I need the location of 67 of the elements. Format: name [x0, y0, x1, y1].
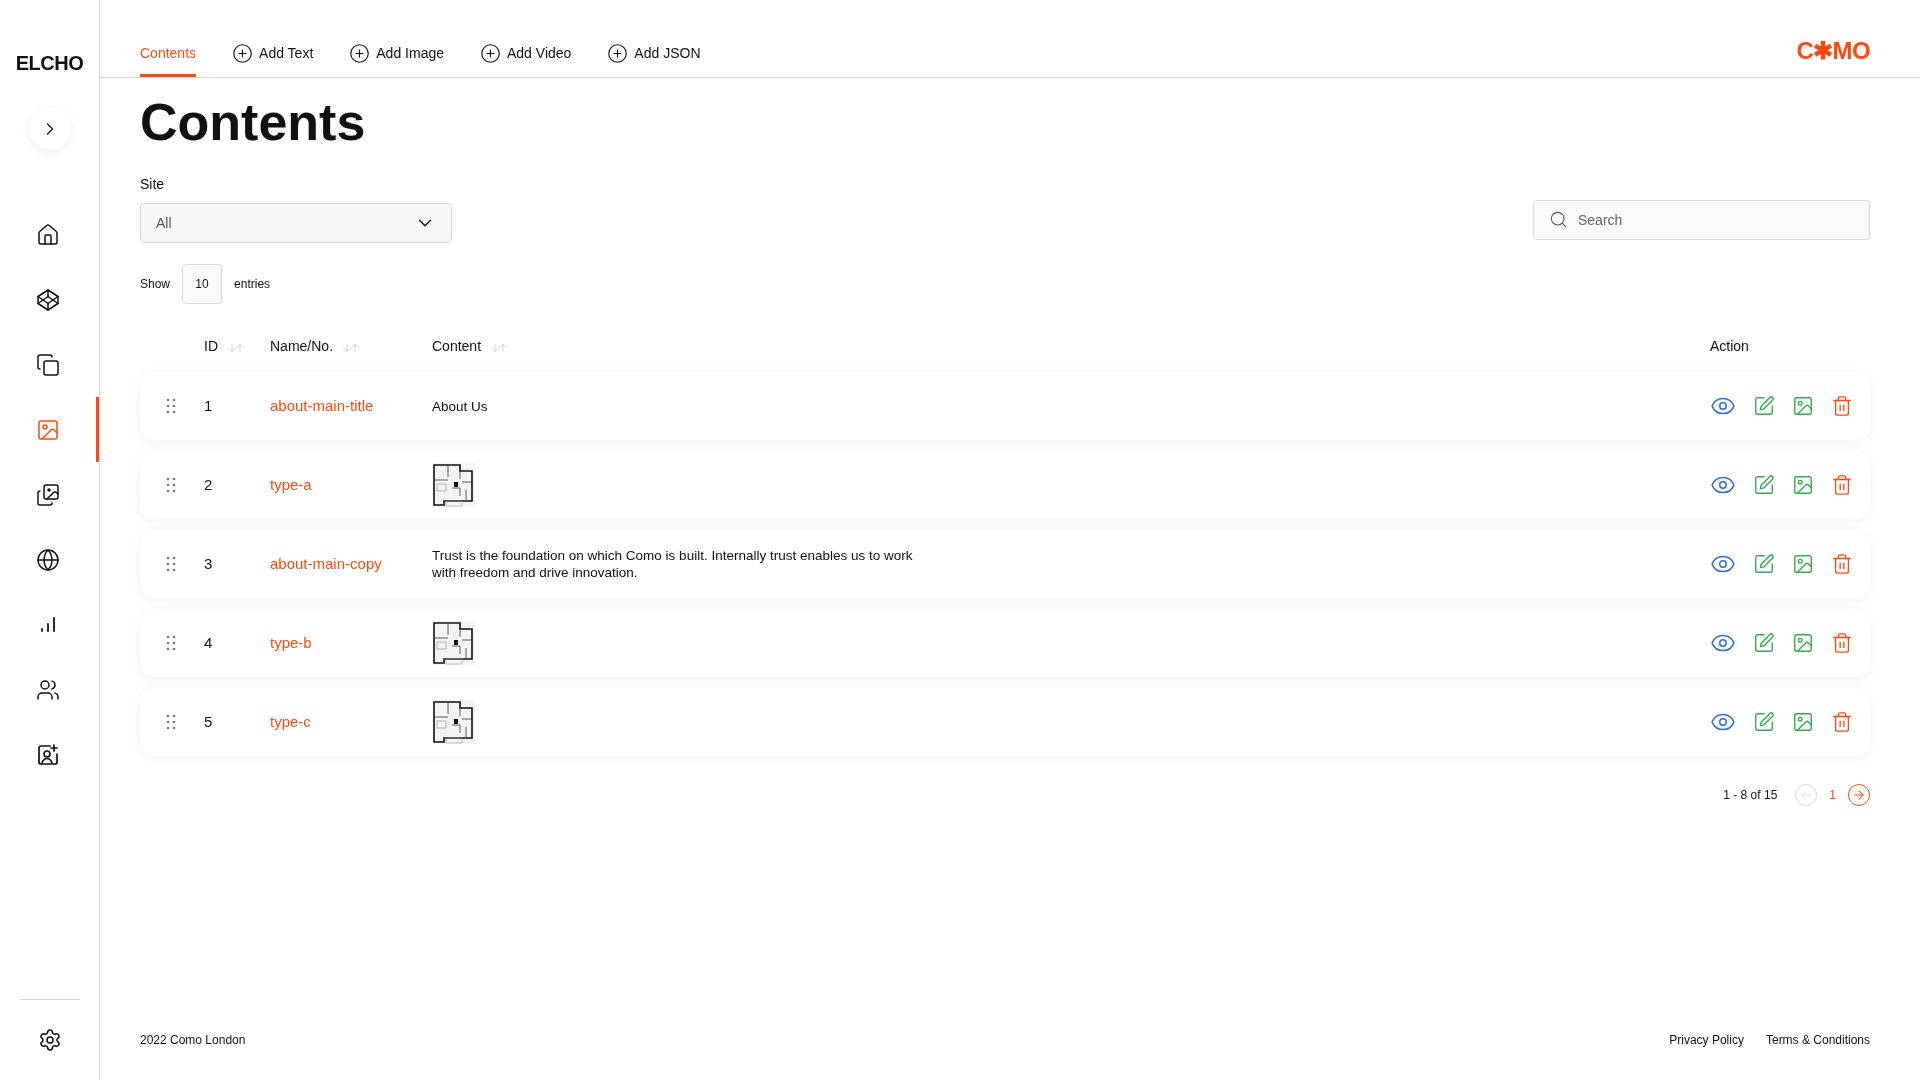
- nav-tab[interactable]: Add Video: [480, 33, 572, 77]
- id-cell: 4: [204, 633, 213, 651]
- column-header: ID: [204, 336, 218, 356]
- drag-handle-icon[interactable]: [166, 714, 176, 730]
- edit-button[interactable]: [1753, 711, 1775, 733]
- arrow-left-icon: [1799, 788, 1814, 802]
- delete-button[interactable]: [1831, 711, 1853, 733]
- entries-label: entries: [234, 276, 271, 293]
- edit-button[interactable]: [1753, 395, 1775, 417]
- plus-icon: [349, 43, 371, 64]
- site-dropdown[interactable]: All: [140, 203, 452, 243]
- floor-plan-thumbnail: [432, 699, 476, 745]
- brand-name: ELCHO: [15, 51, 84, 76]
- edit-button[interactable]: [1753, 474, 1775, 496]
- entries-select[interactable]: 10: [182, 264, 223, 304]
- plus-icon: [607, 43, 629, 64]
- page-title: Contents: [140, 96, 367, 148]
- globe-icon: [36, 547, 60, 572]
- plus-icon: [480, 43, 501, 64]
- drag-handle-icon[interactable]: [166, 398, 176, 414]
- plus-icon: [232, 43, 254, 64]
- settings-icon: [37, 1028, 62, 1052]
- image-button[interactable]: [1792, 553, 1814, 575]
- search-field[interactable]: Search: [1533, 200, 1870, 240]
- id-cell: 3: [204, 554, 213, 572]
- delete-button[interactable]: [1831, 474, 1853, 496]
- home-icon: [36, 222, 60, 247]
- logo: C✱MO: [1796, 36, 1870, 66]
- drag-handle-icon[interactable]: [166, 635, 176, 651]
- image-button[interactable]: [1792, 632, 1814, 654]
- drag-handle-icon[interactable]: [166, 556, 176, 572]
- nav-tab[interactable]: Add Text: [232, 33, 314, 77]
- id-cell: 1: [204, 396, 213, 414]
- pagination-summary: 1 - 8 of 15: [1723, 787, 1778, 804]
- show-label: Show: [140, 276, 171, 293]
- floor-plan-thumbnail: [432, 620, 476, 666]
- bar-chart-icon: [38, 614, 58, 635]
- images-icon: [36, 482, 60, 507]
- content-text: About Us: [432, 397, 489, 415]
- nav-tab[interactable]: Add JSON: [607, 33, 701, 77]
- user-plus-icon: [36, 742, 60, 767]
- image-button[interactable]: [1792, 395, 1814, 417]
- drag-handle-icon[interactable]: [166, 477, 176, 493]
- copy-icon: [36, 352, 60, 377]
- cube-icon: [36, 287, 60, 312]
- column-header: Content: [432, 336, 482, 356]
- delete-button[interactable]: [1831, 553, 1853, 575]
- id-cell: 2: [204, 475, 213, 493]
- column-header: Name/No.: [270, 336, 334, 356]
- content-text: Trust is the foundation on which Como is built. Internally trust enables us to work with freedom and drive innovation.: [432, 547, 914, 581]
- image-button[interactable]: [1792, 711, 1814, 733]
- footer-link[interactable]: Privacy Policy: [1669, 1031, 1744, 1049]
- edit-button[interactable]: [1753, 632, 1775, 654]
- nav-tab[interactable]: Add Image: [349, 33, 444, 77]
- footer-link[interactable]: Terms & Conditions: [1765, 1031, 1870, 1049]
- floor-plan-thumbnail: [432, 462, 476, 508]
- image-icon: [36, 417, 60, 442]
- column-header: Action: [1710, 336, 1749, 356]
- id-cell: 5: [204, 712, 213, 730]
- search-icon: [1549, 210, 1568, 229]
- image-button[interactable]: [1792, 474, 1814, 496]
- users-icon: [36, 677, 60, 702]
- site-label: Site: [140, 175, 166, 194]
- delete-button[interactable]: [1831, 632, 1853, 654]
- delete-button[interactable]: [1831, 395, 1853, 417]
- edit-button[interactable]: [1753, 553, 1775, 575]
- copyright-text: 2022 Como London: [140, 1032, 246, 1049]
